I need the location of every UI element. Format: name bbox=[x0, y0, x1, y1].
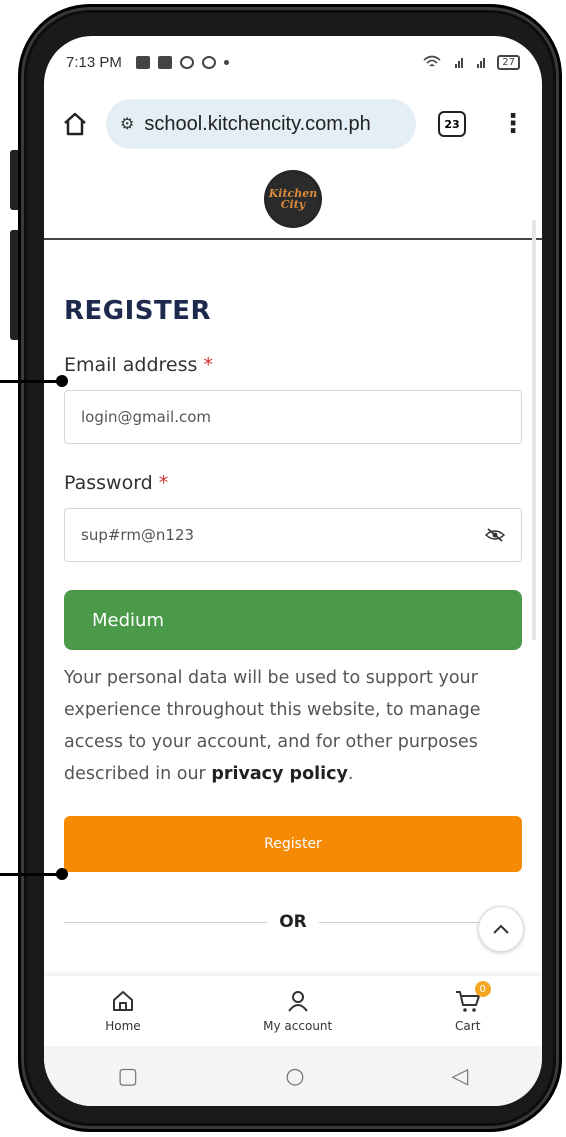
email-label: Email address * bbox=[64, 354, 522, 376]
privacy-period: . bbox=[347, 764, 354, 784]
logo-text: Kitchen City bbox=[268, 187, 318, 211]
home-circle-icon[interactable]: ○ bbox=[285, 1064, 304, 1089]
url-text: school.kitchencity.com.ph bbox=[144, 112, 371, 135]
register-button[interactable]: Register bbox=[64, 816, 522, 872]
callout-dot-register bbox=[56, 868, 68, 880]
screenshot-stage: 7:13 PM 27 ⚙ school.kitchencity.com.ph 2… bbox=[0, 0, 566, 1137]
privacy-notice: Your personal data will be used to suppo… bbox=[64, 662, 522, 790]
nav-cart-label: Cart bbox=[455, 1019, 481, 1033]
nav-account-label: My account bbox=[263, 1019, 333, 1033]
nav-account[interactable]: My account bbox=[263, 989, 332, 1033]
email-label-text: Email address bbox=[64, 354, 198, 376]
chrome-icon bbox=[201, 55, 216, 69]
page-scrollbar[interactable] bbox=[532, 220, 536, 640]
divider-line bbox=[64, 921, 268, 923]
user-icon bbox=[287, 991, 308, 1012]
recents-icon[interactable]: ▢ bbox=[118, 1064, 139, 1089]
status-right-icons: 27 bbox=[423, 54, 520, 70]
page-title: REGISTER bbox=[64, 296, 212, 326]
chevron-up-icon bbox=[493, 924, 509, 934]
system-navigation-bar: ▢ ○ ◁ bbox=[44, 1046, 542, 1106]
hide-password-icon[interactable] bbox=[485, 528, 505, 542]
back-icon[interactable]: ◁ bbox=[452, 1064, 469, 1089]
required-marker: * bbox=[158, 472, 169, 494]
status-time: 7:13 PM bbox=[66, 53, 122, 71]
browser-menu-icon[interactable]: ⋮ bbox=[500, 109, 526, 139]
notification-icons bbox=[135, 55, 229, 69]
register-form: REGISTER Email address * login@gmail.com… bbox=[64, 240, 523, 932]
callout-line-email bbox=[0, 380, 62, 383]
phone-screen: 7:13 PM 27 ⚙ school.kitchencity.com.ph 2… bbox=[44, 36, 542, 1106]
email-field[interactable]: login@gmail.com bbox=[64, 390, 522, 444]
wifi-icon bbox=[423, 55, 441, 67]
or-divider: OR bbox=[64, 912, 523, 932]
site-settings-icon[interactable]: ⚙ bbox=[120, 114, 134, 134]
password-value: sup#rm@n123 bbox=[81, 526, 195, 544]
signal-icon bbox=[455, 58, 486, 68]
nav-home-label: Home bbox=[105, 1019, 141, 1033]
email-value: login@gmail.com bbox=[81, 408, 212, 426]
home-icon bbox=[112, 991, 133, 1011]
callout-line-register bbox=[0, 873, 62, 876]
required-marker: * bbox=[203, 354, 213, 376]
site-logo[interactable]: Kitchen City bbox=[264, 170, 322, 228]
messenger-icon bbox=[179, 55, 194, 69]
url-bar[interactable]: ⚙ school.kitchencity.com.ph bbox=[106, 99, 416, 149]
password-label-text: Password bbox=[64, 472, 153, 494]
cart-count-badge: 0 bbox=[474, 981, 491, 997]
browser-toolbar: ⚙ school.kitchencity.com.ph 23 ⋮ bbox=[44, 88, 542, 160]
facebook-icon bbox=[135, 55, 150, 69]
battery-icon: 27 bbox=[497, 54, 520, 70]
bottom-navigation: Home My account 0 Cart bbox=[44, 976, 542, 1046]
nav-cart[interactable]: 0 Cart bbox=[455, 981, 491, 1033]
privacy-policy-link[interactable]: privacy policy bbox=[211, 764, 348, 784]
facebook-icon bbox=[157, 55, 172, 69]
callout-dot-email bbox=[56, 375, 68, 387]
tab-switcher-button[interactable]: 23 bbox=[438, 111, 466, 137]
nav-home[interactable]: Home bbox=[105, 989, 141, 1033]
or-label: OR bbox=[279, 912, 307, 932]
scroll-to-top-button[interactable] bbox=[478, 906, 524, 952]
browser-home-icon[interactable] bbox=[60, 109, 90, 139]
status-bar: 7:13 PM 27 bbox=[44, 36, 542, 88]
password-strength-meter: Medium bbox=[64, 590, 522, 650]
more-notifications-icon bbox=[223, 59, 229, 65]
password-field[interactable]: sup#rm@n123 bbox=[64, 508, 522, 562]
site-header: Kitchen City bbox=[44, 160, 542, 240]
password-label: Password * bbox=[64, 472, 522, 494]
